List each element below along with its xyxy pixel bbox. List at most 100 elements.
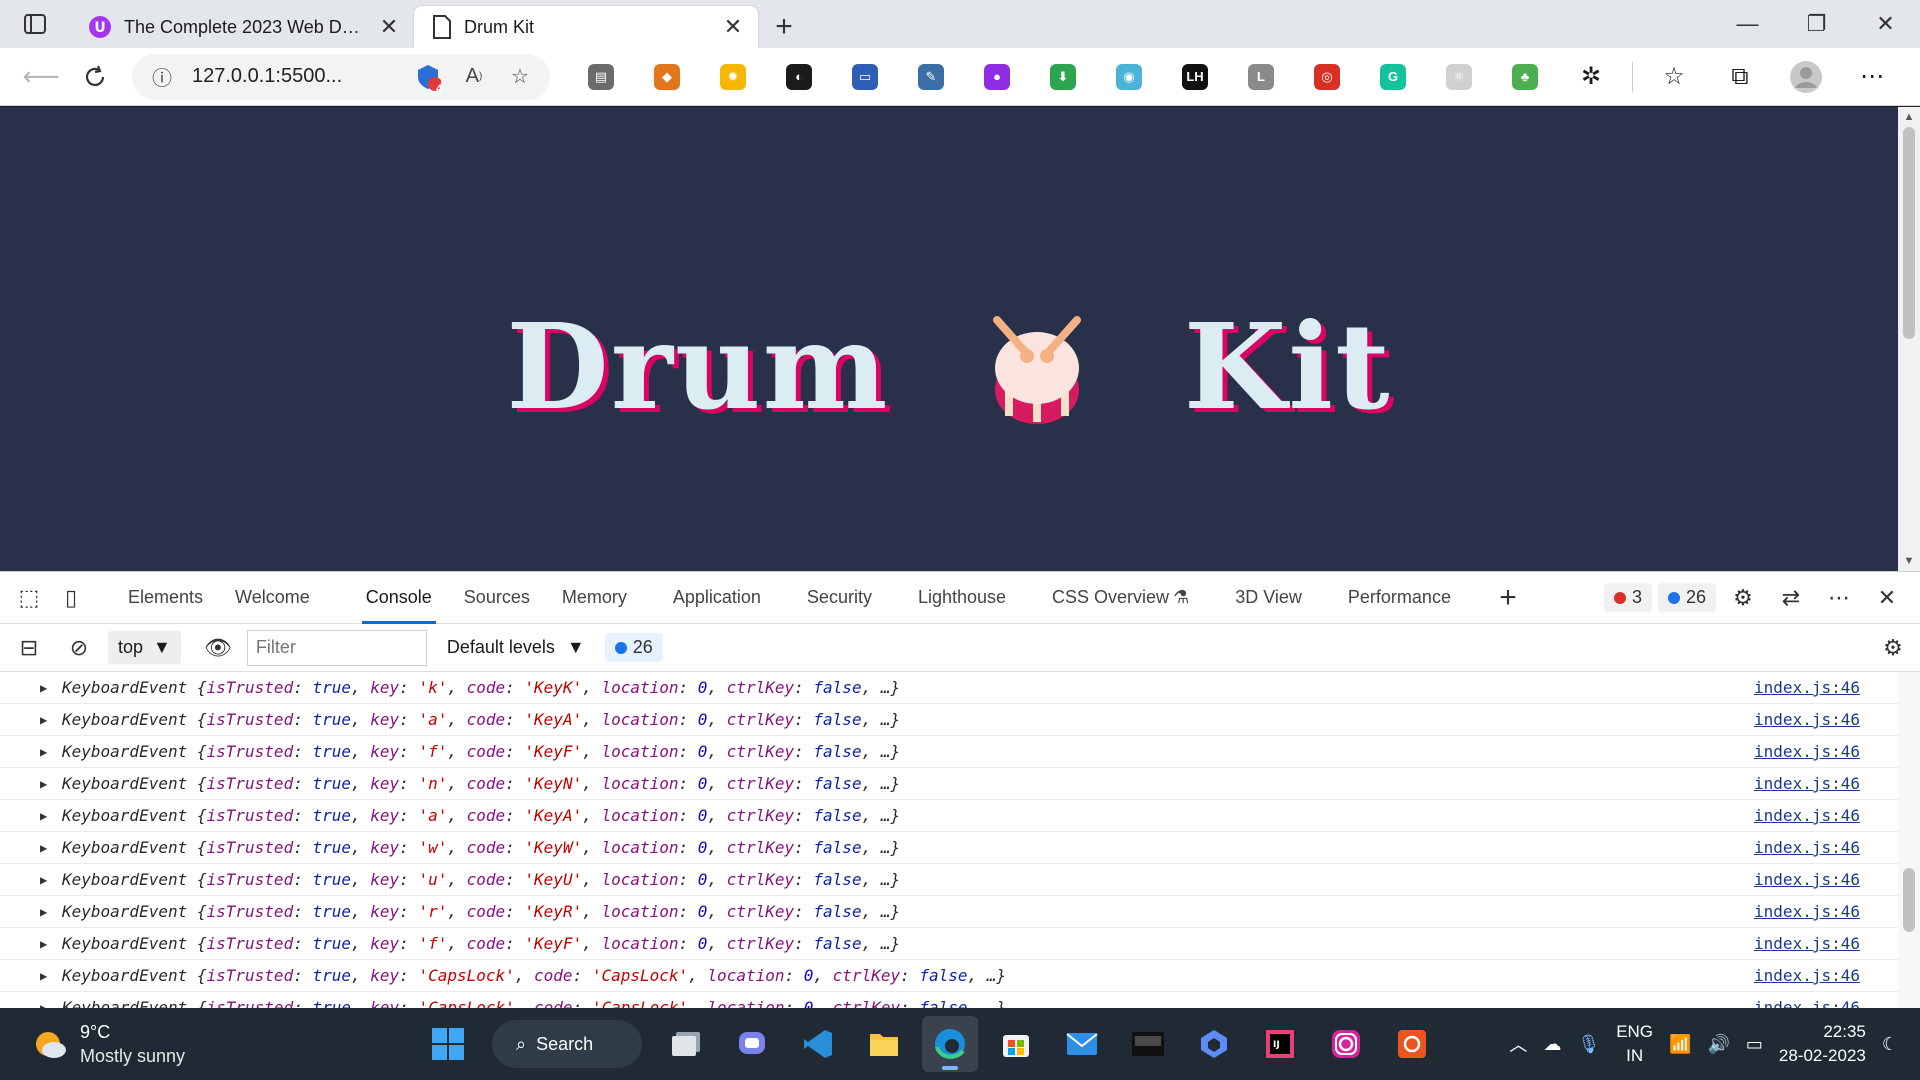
log-source-link[interactable]: index.js:46: [1754, 870, 1860, 889]
log-source-link[interactable]: index.js:46: [1754, 966, 1860, 985]
console-log-row[interactable]: ▶ KeyboardEvent {isTrusted: true, key: 'a…: [0, 704, 1920, 736]
connect-device-icon[interactable]: ⇄: [1770, 578, 1812, 618]
extension-button[interactable]: L: [1228, 53, 1294, 101]
tab-lighthouse[interactable]: Lighthouse: [902, 572, 1022, 624]
console-log-row[interactable]: ▶ KeyboardEvent {isTrusted: true, key: 'C…: [0, 992, 1920, 1008]
scroll-down-icon[interactable]: ▼: [1898, 555, 1920, 567]
microphone-icon[interactable]: 🎙: [1577, 1034, 1600, 1055]
tab-security[interactable]: Security: [791, 572, 888, 624]
refresh-button[interactable]: [68, 53, 122, 101]
restore-icon[interactable]: ❐: [1782, 0, 1851, 48]
extension-button[interactable]: ♣: [1492, 53, 1558, 101]
volume-icon[interactable]: 🔊: [1707, 1034, 1729, 1055]
clock[interactable]: 22:35 28-02-2023: [1779, 1020, 1866, 1068]
address-url[interactable]: 127.0.0.1:5500...: [192, 65, 398, 88]
weather-widget[interactable]: 9°C Mostly sunny: [0, 1020, 420, 1068]
task-view-button[interactable]: [658, 1016, 714, 1072]
expand-triangle-icon[interactable]: ▶: [40, 937, 62, 951]
extension-button[interactable]: ◉: [1096, 53, 1162, 101]
console-log-row[interactable]: ▶ KeyboardEvent {isTrusted: true, key: 'w…: [0, 832, 1920, 864]
tab-web-developer-course[interactable]: U The Complete 2023 Web Develop ✕: [70, 6, 414, 48]
extension-button[interactable]: ▤: [568, 53, 634, 101]
extension-button[interactable]: ◆: [634, 53, 700, 101]
instagram-button[interactable]: [1318, 1016, 1374, 1072]
console-log-row[interactable]: ▶ KeyboardEvent {isTrusted: true, key: 'k…: [0, 672, 1920, 704]
page-scrollbar-thumb[interactable]: [1903, 127, 1915, 339]
vscode-button[interactable]: [790, 1016, 846, 1072]
tab-performance[interactable]: Performance: [1332, 572, 1467, 624]
message-count-badge[interactable]: 26: [1657, 583, 1716, 612]
log-source-link[interactable]: index.js:46: [1754, 902, 1860, 921]
close-tab-icon[interactable]: ✕: [720, 14, 746, 40]
devtools-settings-icon[interactable]: ⚙: [1722, 578, 1764, 618]
console-log-row[interactable]: ▶ KeyboardEvent {isTrusted: true, key: 'n…: [0, 768, 1920, 800]
expand-triangle-icon[interactable]: ▶: [40, 905, 62, 919]
file-explorer-button[interactable]: [856, 1016, 912, 1072]
expand-triangle-icon[interactable]: ▶: [40, 873, 62, 887]
tab-actions-button[interactable]: [0, 0, 70, 48]
profile-button[interactable]: [1773, 53, 1839, 101]
new-tab-button[interactable]: +: [758, 6, 810, 48]
extension-button[interactable]: ▭: [832, 53, 898, 101]
log-source-link[interactable]: index.js:46: [1754, 998, 1860, 1008]
site-info-icon[interactable]: ⓘ: [146, 61, 178, 93]
add-favorite-icon[interactable]: ☆: [504, 61, 536, 93]
onedrive-icon[interactable]: ☁: [1543, 1034, 1561, 1055]
expand-triangle-icon[interactable]: ▶: [40, 809, 62, 823]
console-sidebar-icon[interactable]: ⊟: [8, 628, 50, 668]
back-button[interactable]: ⟵: [14, 53, 68, 101]
mysql-button[interactable]: [1120, 1016, 1176, 1072]
tab-console[interactable]: Console: [350, 572, 448, 624]
favorites-button[interactable]: ☆: [1641, 53, 1707, 101]
tab-3d-view[interactable]: 3D View: [1219, 572, 1318, 624]
page-scrollbar[interactable]: ▲ ▼: [1898, 107, 1920, 571]
expand-triangle-icon[interactable]: ▶: [40, 681, 62, 695]
console-log-row[interactable]: ▶ KeyboardEvent {isTrusted: true, key: 'C…: [0, 960, 1920, 992]
scroll-up-icon[interactable]: ▲: [1898, 111, 1920, 123]
extension-button[interactable]: ●: [964, 53, 1030, 101]
expand-triangle-icon[interactable]: ▶: [40, 777, 62, 791]
console-log-row[interactable]: ▶ KeyboardEvent {isTrusted: true, key: 'f…: [0, 928, 1920, 960]
notifications-icon[interactable]: ☾: [1882, 1034, 1898, 1055]
device-emulation-icon[interactable]: ▯: [50, 578, 92, 618]
devtools-more-icon[interactable]: ⋯: [1818, 578, 1860, 618]
log-source-link[interactable]: index.js:46: [1754, 774, 1860, 793]
levels-count-badge[interactable]: 26: [604, 633, 663, 662]
copilot-button[interactable]: [1186, 1016, 1242, 1072]
language-indicator[interactable]: ENG IN: [1616, 1020, 1653, 1068]
extension-button[interactable]: ◐: [766, 53, 832, 101]
inspect-element-icon[interactable]: ⬚: [8, 578, 50, 618]
extension-button[interactable]: ⚛: [1426, 53, 1492, 101]
context-selector[interactable]: top ▼: [108, 631, 181, 664]
tab-application[interactable]: Application: [657, 572, 777, 624]
taskbar-search[interactable]: ⌕ Search: [492, 1020, 642, 1068]
mail-button[interactable]: [1054, 1016, 1110, 1072]
console-log-row[interactable]: ▶ KeyboardEvent {isTrusted: true, key: 'u…: [0, 864, 1920, 896]
tab-drum-kit[interactable]: Drum Kit ✕: [414, 6, 758, 48]
console-filter-input[interactable]: [246, 629, 427, 666]
battery-icon[interactable]: ▭: [1746, 1034, 1763, 1055]
show-hidden-icons-icon[interactable]: ︿: [1509, 1031, 1527, 1057]
expand-triangle-icon[interactable]: ▶: [40, 1001, 62, 1009]
console-scrollbar-thumb[interactable]: [1903, 868, 1915, 932]
edge-button[interactable]: [922, 1016, 978, 1072]
teams-chat-button[interactable]: [724, 1016, 780, 1072]
console-settings-icon[interactable]: ⚙: [1872, 628, 1914, 668]
intellij-button[interactable]: IJ: [1252, 1016, 1308, 1072]
settings-more-button[interactable]: ⋯: [1839, 53, 1905, 101]
close-devtools-icon[interactable]: ✕: [1866, 578, 1908, 618]
log-source-link[interactable]: index.js:46: [1754, 838, 1860, 857]
extension-button[interactable]: LH: [1162, 53, 1228, 101]
tab-sources[interactable]: Sources: [448, 572, 546, 624]
console-log-row[interactable]: ▶ KeyboardEvent {isTrusted: true, key: 'a…: [0, 800, 1920, 832]
start-button[interactable]: [420, 1016, 476, 1072]
wifi-icon[interactable]: 📶: [1669, 1034, 1691, 1055]
close-tab-icon[interactable]: ✕: [376, 14, 402, 40]
log-source-link[interactable]: index.js:46: [1754, 934, 1860, 953]
tab-css-overview[interactable]: CSS Overview ⚗: [1036, 572, 1205, 624]
expand-triangle-icon[interactable]: ▶: [40, 745, 62, 759]
close-window-icon[interactable]: ✕: [1851, 0, 1920, 48]
extension-button[interactable]: G: [1360, 53, 1426, 101]
expand-triangle-icon[interactable]: ▶: [40, 713, 62, 727]
log-source-link[interactable]: index.js:46: [1754, 742, 1860, 761]
